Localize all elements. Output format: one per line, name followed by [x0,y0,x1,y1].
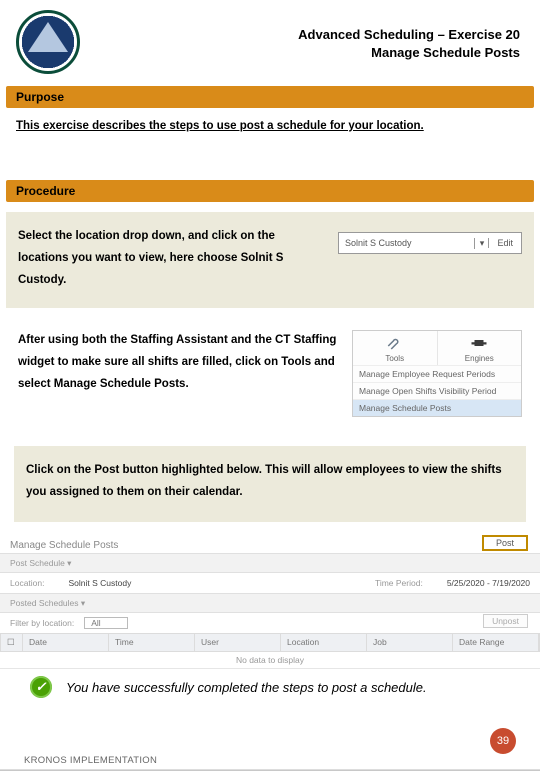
wrench-icon [386,336,404,350]
purpose-heading: Purpose [6,86,534,108]
title-line-2: Manage Schedule Posts [298,44,520,62]
col-user: User [195,634,281,651]
step-3-text: Click on the Post button highlighted bel… [26,464,502,498]
checkmark-icon: ✓ [30,676,52,698]
engine-icon [470,336,488,350]
step-2-block: After using both the Staffing Assistant … [14,324,526,427]
tools-menu-screenshot: Tools Engines Manage Employee Request Pe… [352,330,522,417]
location-dropdown-screenshot: Solnit S Custody ▾ Edit [338,232,522,254]
edit-button-label: Edit [488,238,521,248]
schedule-table-header: ☐ Date Time User Location Job Date Range [0,633,540,652]
page-number-badge: 39 [490,728,516,754]
engines-label: Engines [440,354,520,363]
title-line-1: Advanced Scheduling – Exercise 20 [298,26,520,44]
step-3-block: Click on the Post button highlighted bel… [14,446,526,522]
purpose-text: This exercise describes the steps to use… [6,112,534,150]
col-date: Date [23,634,109,651]
procedure-heading: Procedure [6,180,534,202]
col-date-range: Date Range [453,634,539,651]
state-seal-logo [16,10,80,74]
page-title: Advanced Scheduling – Exercise 20 Manage… [298,26,520,61]
post-schedule-label: Post Schedule ▾ [10,558,71,569]
manage-schedule-posts-screenshot: Manage Schedule Posts Post Schedule ▾ Lo… [0,534,540,669]
dialog-title: Manage Schedule Posts [0,534,540,553]
menu-item-manage-schedule-posts: Manage Schedule Posts [353,399,521,416]
location-label: Location: [10,578,45,588]
filter-label: Filter by location: [10,618,74,628]
time-period-value: 5/25/2020 - 7/19/2020 [447,578,530,588]
post-button: Post [482,535,528,551]
location-dropdown-value: Solnit S Custody [339,238,474,248]
tools-icon-cell: Tools [353,331,438,365]
checkbox-column: ☐ [1,634,23,651]
footer-text: KRONOS IMPLEMENTATION [24,755,157,766]
footer-divider [0,769,540,771]
logo-building-icon [28,22,68,62]
filter-value: All [84,617,127,629]
posted-schedules-label: Posted Schedules ▾ [10,598,85,609]
step-1-text: Select the location drop down, and click… [18,226,324,292]
unpost-button: Unpost [483,614,528,628]
step-2-text: After using both the Staffing Assistant … [18,330,338,396]
time-period-label: Time Period: [375,578,423,588]
menu-item-open-shifts: Manage Open Shifts Visibility Period [353,382,521,399]
col-time: Time [109,634,195,651]
step-1-block: Select the location drop down, and click… [6,212,534,308]
post-schedule-fields: Location: Solnit S Custody Time Period: … [0,573,540,593]
filter-row: Filter by location: All Unpost [0,613,540,633]
menu-item-employee-requests: Manage Employee Request Periods [353,365,521,382]
col-job: Job [367,634,453,651]
col-location: Location [281,634,367,651]
no-data-row: No data to display [0,652,540,669]
location-value: Solnit S Custody [69,578,132,588]
success-text: You have successfully completed the step… [66,680,427,695]
posted-schedules-bar: Posted Schedules ▾ [0,593,540,613]
tools-dropdown-menu: Manage Employee Request Periods Manage O… [353,365,521,416]
success-message: ✓ You have successfully completed the st… [30,676,520,698]
chevron-down-icon: ▾ [474,238,488,249]
tools-label: Tools [355,354,435,363]
post-schedule-bar: Post Schedule ▾ [0,553,540,573]
engines-icon-cell: Engines [438,331,522,365]
